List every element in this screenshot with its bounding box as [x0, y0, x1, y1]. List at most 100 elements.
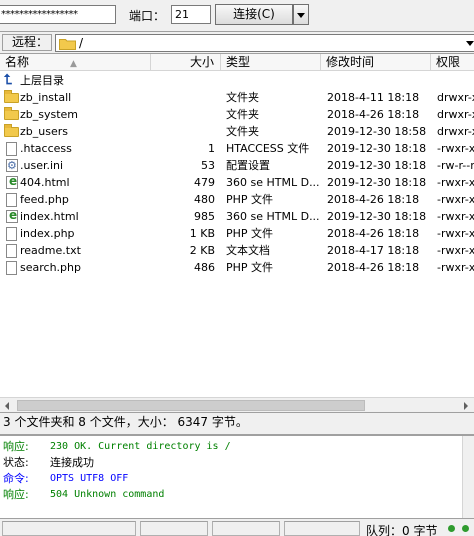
- file-name: .htaccess: [20, 142, 72, 155]
- file-icon: [3, 259, 19, 276]
- column-header-type[interactable]: 类型: [221, 54, 321, 71]
- file-name: index.php: [20, 227, 75, 240]
- file-name: 上层目录: [20, 74, 64, 87]
- file-size: 480: [194, 193, 215, 206]
- file-modified: 2019-12-30 18:58: [327, 125, 427, 138]
- html-file-icon: [3, 208, 19, 225]
- file-permissions: -rw-r--r: [437, 159, 474, 172]
- log-label: 命令:: [3, 472, 29, 485]
- file-row[interactable]: zb_system 文件夹 2018-4-26 18:18 drwxr-x: [0, 106, 474, 123]
- file-modified: 2018-4-26 18:18: [327, 193, 420, 206]
- scrollbar-thumb[interactable]: [17, 400, 365, 411]
- file-modified: 2018-4-26 18:18: [327, 108, 420, 121]
- file-name: zb_users: [20, 125, 68, 138]
- receive-indicator-icon: [448, 525, 455, 532]
- file-permissions: -rwxr-x: [437, 210, 474, 223]
- file-permissions: -rwxr-x: [437, 142, 474, 155]
- file-modified: 2019-12-30 18:18: [327, 176, 427, 189]
- file-row[interactable]: zb_install 文件夹 2018-4-11 18:18 drwxr-x: [0, 89, 474, 106]
- connect-dropdown-button[interactable]: [293, 4, 309, 25]
- horizontal-scrollbar[interactable]: [0, 397, 474, 413]
- file-type: PHP 文件: [226, 261, 274, 274]
- file-permissions: drwxr-x: [437, 91, 474, 104]
- log-message: 504 Unknown command: [50, 489, 165, 500]
- file-permissions: -rwxr-x: [437, 176, 474, 189]
- file-name: 404.html: [20, 176, 70, 189]
- file-row[interactable]: index.html 985 360 se HTML D... 2019-12-30 …: [0, 208, 474, 225]
- file-size: 985: [194, 210, 215, 223]
- file-permissions: drwxr-x: [437, 125, 474, 138]
- file-icon: [3, 191, 19, 208]
- file-row[interactable]: feed.php 480 PHP 文件 2018-4-26 18:18 -rwxr-x: [0, 191, 474, 208]
- html-file-icon: [3, 174, 19, 191]
- file-name: index.html: [20, 210, 79, 223]
- file-row[interactable]: .htaccess 1 HTACCESS 文件 2019-12-30 18:18 -rw…: [0, 140, 474, 157]
- file-name: feed.php: [20, 193, 69, 206]
- message-log: 响应: 230 OK. Current directory is / 状态: 连接成功…: [0, 434, 474, 518]
- file-icon: [3, 140, 19, 157]
- remote-path-bar: 远程： /: [0, 31, 474, 53]
- scroll-right-icon[interactable]: [458, 398, 474, 413]
- folder-icon: [59, 38, 76, 53]
- status-cell: [212, 521, 280, 536]
- file-icon: [3, 225, 19, 242]
- log-message: 230 OK. Current directory is /: [50, 441, 231, 452]
- remote-path-combo[interactable]: /: [55, 34, 474, 52]
- status-bar: 队列：0 字节: [0, 518, 474, 536]
- vertical-scrollbar[interactable]: [462, 436, 474, 518]
- file-size: 53: [201, 159, 215, 172]
- file-type: 配置设置: [226, 159, 270, 172]
- folder-icon: [3, 106, 19, 123]
- file-modified: 2019-12-30 18:18: [327, 159, 427, 172]
- log-message: OPTS UTF8 OFF: [50, 473, 129, 484]
- file-modified: 2018-4-26 18:18: [327, 261, 420, 274]
- file-type: 文件夹: [226, 91, 259, 104]
- file-type: PHP 文件: [226, 193, 274, 206]
- file-modified: 2018-4-11 18:18: [327, 91, 420, 104]
- column-header-name[interactable]: 名称 ▲: [0, 54, 151, 71]
- directory-summary: 3 个文件夹和 8 个文件，大小： 6347 字节。: [0, 412, 474, 432]
- file-row[interactable]: .user.ini 53 配置设置 2019-12-30 18:18 -rw-r--r: [0, 157, 474, 174]
- file-modified: 2018-4-17 18:18: [327, 244, 420, 257]
- file-row[interactable]: index.php 1 KB PHP 文件 2018-4-26 18:18 -rwxr-…: [0, 225, 474, 242]
- port-label: 端口：: [129, 9, 166, 23]
- file-type: 文件夹: [226, 108, 259, 121]
- file-permissions: -rwxr-x: [437, 261, 474, 274]
- parent-directory-icon: ⮤: [4, 72, 13, 88]
- scroll-left-icon[interactable]: [0, 398, 16, 413]
- remote-file-list: 名称 ▲ 大小 类型 修改时间 权限 ⮤ 上层目录 zb_install 文件夹 2018…: [0, 53, 474, 413]
- file-row[interactable]: readme.txt 2 KB 文本文档 2018-4-17 18:18 -rwxr-x: [0, 242, 474, 259]
- column-header-permissions[interactable]: 权限: [431, 54, 474, 71]
- port-input[interactable]: 21: [171, 5, 211, 24]
- status-cell: [284, 521, 360, 536]
- folder-icon: [3, 123, 19, 140]
- column-header-modified[interactable]: 修改时间: [321, 54, 431, 71]
- file-size: 479: [194, 176, 215, 189]
- password-input[interactable]: *****************: [0, 5, 116, 24]
- file-name: readme.txt: [20, 244, 81, 257]
- file-permissions: drwxr-x: [437, 108, 474, 121]
- remote-label: 远程：: [2, 34, 52, 51]
- file-row[interactable]: 404.html 479 360 se HTML D... 2019-12-30 18…: [0, 174, 474, 191]
- send-indicator-icon: [462, 525, 469, 532]
- file-size: 1: [208, 142, 215, 155]
- file-type: 360 se HTML D...: [226, 176, 320, 189]
- column-header-row: 名称 ▲ 大小 类型 修改时间 权限: [0, 54, 474, 71]
- file-row[interactable]: search.php 486 PHP 文件 2018-4-26 18:18 -rwxr-…: [0, 259, 474, 276]
- file-row[interactable]: ⮤ 上层目录: [0, 72, 474, 89]
- remote-path-text: /: [79, 36, 84, 50]
- file-icon: [3, 242, 19, 259]
- file-modified: 2019-12-30 18:18: [327, 210, 427, 223]
- file-modified: 2018-4-26 18:18: [327, 227, 420, 240]
- file-permissions: -rwxr-x: [437, 244, 474, 257]
- status-cell: [2, 521, 136, 536]
- connect-button[interactable]: 连接(C): [215, 4, 293, 25]
- file-size: 2 KB: [189, 244, 215, 257]
- column-header-size[interactable]: 大小: [151, 54, 221, 71]
- file-permissions: -rwxr-x: [437, 193, 474, 206]
- chevron-down-icon[interactable]: [466, 41, 474, 46]
- file-name: .user.ini: [20, 159, 64, 172]
- file-row[interactable]: zb_users 文件夹 2019-12-30 18:58 drwxr-x: [0, 123, 474, 140]
- file-permissions: -rwxr-x: [437, 227, 474, 240]
- file-type: 文件夹: [226, 125, 259, 138]
